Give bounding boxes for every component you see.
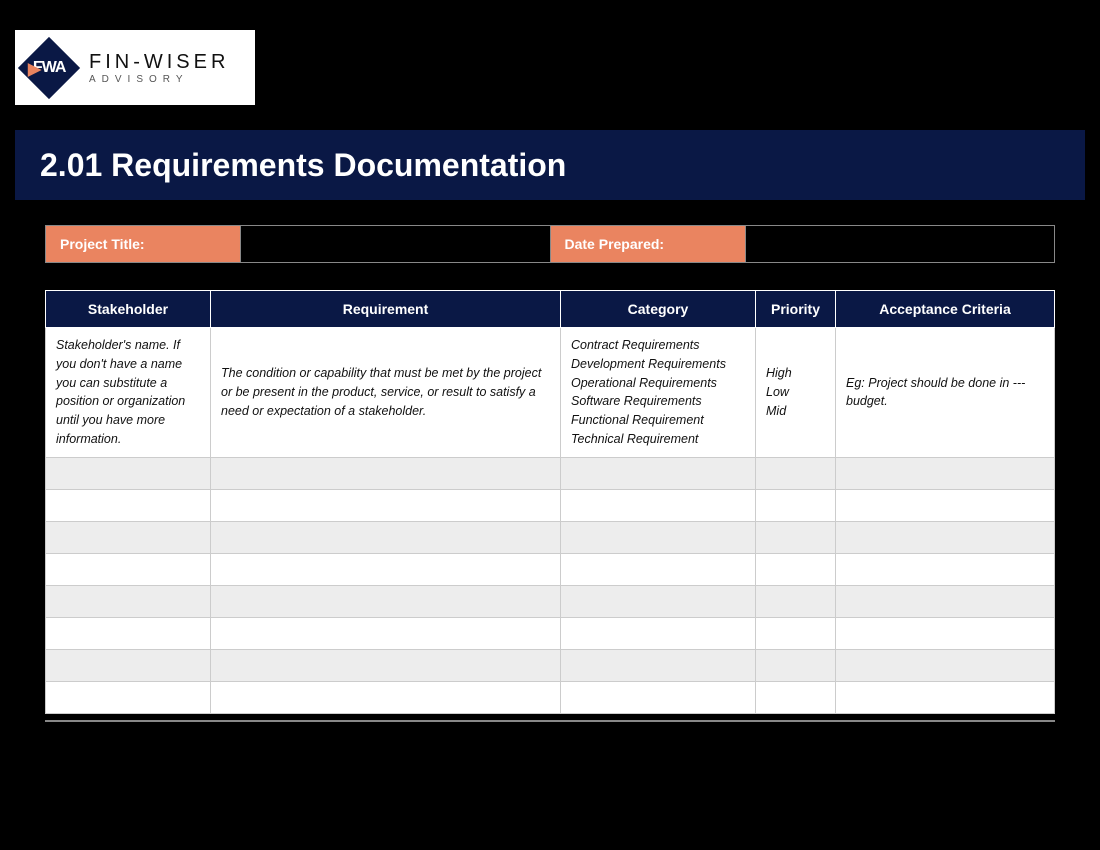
logo-initials: FWA [33, 58, 66, 76]
table-row[interactable] [46, 681, 1055, 713]
logo-main-text: FIN-WISER [89, 51, 229, 74]
info-priorities: High Low Mid [756, 328, 836, 458]
col-acceptance: Acceptance Criteria [836, 291, 1055, 328]
table-row[interactable] [46, 489, 1055, 521]
meta-row: Project Title: Date Prepared: [45, 225, 1055, 263]
logo-diamond-icon: FWA [18, 36, 80, 98]
col-requirement: Requirement [211, 291, 561, 328]
page-title: 2.01 Requirements Documentation [40, 147, 566, 184]
info-row: Stakeholder's name. If you don't have a … [46, 328, 1055, 458]
cat-item: Operational Requirements [571, 374, 745, 393]
project-title-value[interactable] [241, 226, 551, 262]
date-prepared-value[interactable] [746, 226, 1055, 262]
col-stakeholder: Stakeholder [46, 291, 211, 328]
logo-text: FIN-WISER ADVISORY [89, 51, 229, 85]
divider [45, 720, 1055, 722]
info-stakeholder: Stakeholder's name. If you don't have a … [46, 328, 211, 458]
table-row[interactable] [46, 617, 1055, 649]
title-bar: 2.01 Requirements Documentation [15, 130, 1085, 200]
cat-item: Development Requirements [571, 355, 745, 374]
info-acceptance: Eg: Project should be done in --- budget… [836, 328, 1055, 458]
project-title-label: Project Title: [46, 226, 241, 262]
col-priority: Priority [756, 291, 836, 328]
pri-item: Mid [766, 402, 825, 421]
table-header-row: Stakeholder Requirement Category Priorit… [46, 291, 1055, 328]
table-row[interactable] [46, 649, 1055, 681]
col-category: Category [561, 291, 756, 328]
date-prepared-label: Date Prepared: [551, 226, 746, 262]
table-row[interactable] [46, 585, 1055, 617]
requirements-table: Stakeholder Requirement Category Priorit… [45, 290, 1055, 714]
table-row[interactable] [46, 521, 1055, 553]
cat-item: Contract Requirements [571, 336, 745, 355]
table-row[interactable] [46, 457, 1055, 489]
info-categories: Contract Requirements Development Requir… [561, 328, 756, 458]
cat-item: Technical Requirement [571, 430, 745, 449]
table-row[interactable] [46, 553, 1055, 585]
logo-sub-text: ADVISORY [89, 74, 229, 85]
cat-item: Functional Requirement [571, 411, 745, 430]
pri-item: Low [766, 383, 825, 402]
cat-item: Software Requirements [571, 392, 745, 411]
logo: FWA FIN-WISER ADVISORY [15, 30, 255, 105]
pri-item: High [766, 364, 825, 383]
info-requirement: The condition or capability that must be… [211, 328, 561, 458]
